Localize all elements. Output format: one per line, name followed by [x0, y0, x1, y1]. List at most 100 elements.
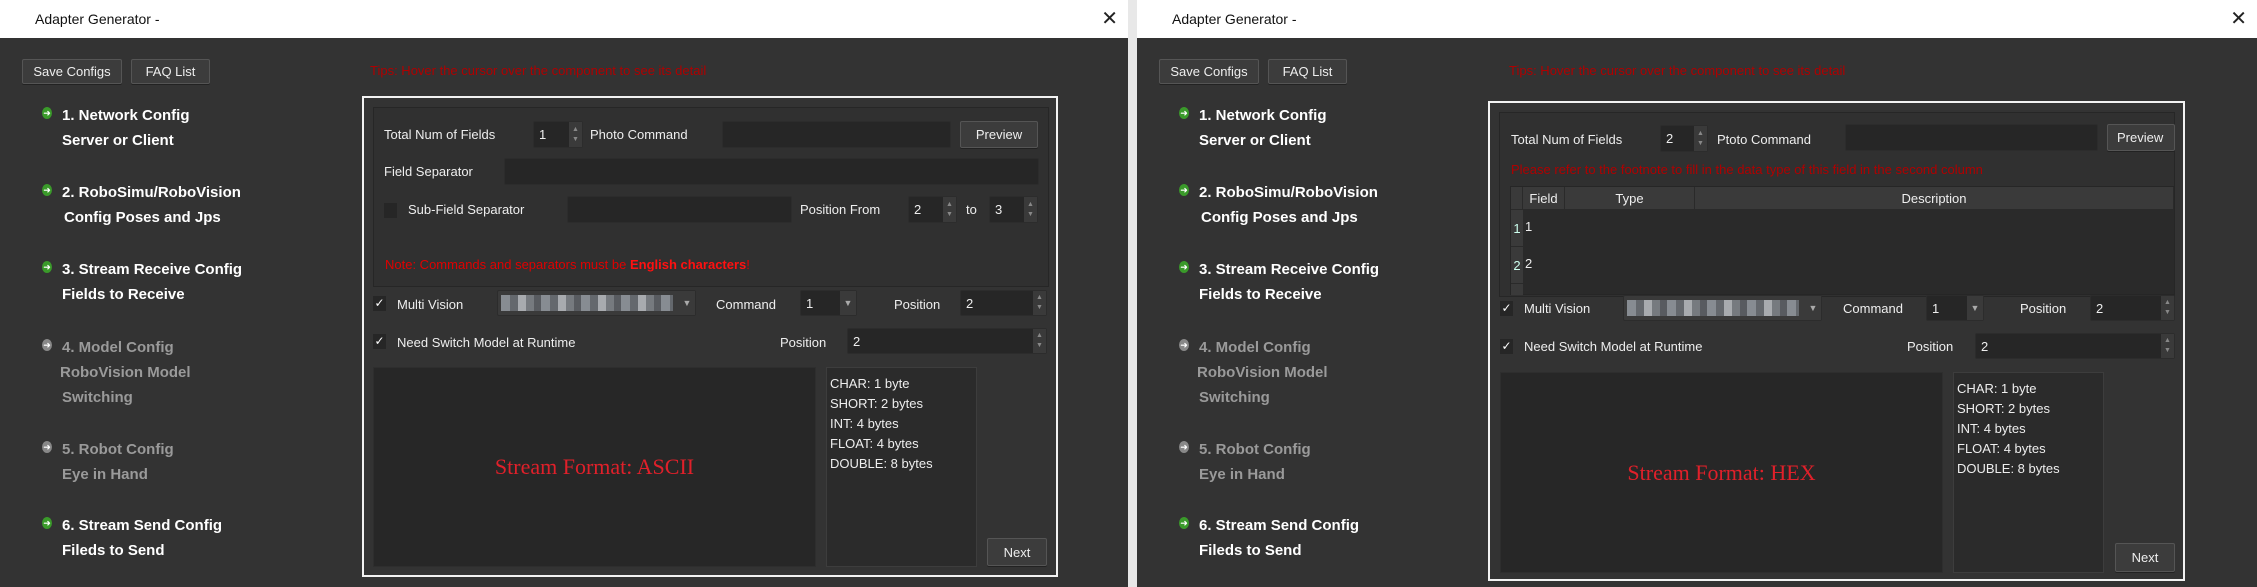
chevron-down-icon[interactable]: ▼: [840, 291, 856, 315]
field-separator-label: Field Separator: [384, 164, 473, 179]
sidebar-item-subtitle: Eye in Hand: [62, 466, 148, 483]
sidebar-item-subtitle: Switching: [1199, 389, 1270, 406]
sidebar-item-subtitle: Fields to Receive: [1199, 286, 1322, 303]
sidebar-item-subtitle: Fileds to Send: [1199, 542, 1302, 559]
multi-vision-checkbox[interactable]: ✓: [1500, 301, 1513, 316]
row-header[interactable]: 2: [1511, 247, 1523, 283]
save-configs-button[interactable]: Save Configs: [22, 59, 122, 84]
sub-field-label: Sub-Field Separator: [408, 202, 525, 217]
command-label: Command: [716, 297, 776, 312]
type-size-item: FLOAT: 4 bytes: [1957, 441, 2046, 456]
sidebar-item-title: 3. Stream Receive Config: [62, 261, 243, 278]
chevron-down-icon[interactable]: ▼: [1967, 296, 1983, 320]
save-configs-button[interactable]: Save Configs: [1159, 59, 1259, 84]
photo-command-input[interactable]: [722, 121, 951, 148]
to-label: to: [966, 202, 977, 217]
spin-arrows-icon[interactable]: ▲ ▼: [1033, 291, 1046, 315]
column-header-description[interactable]: Description: [1695, 187, 2174, 209]
table-cell-field[interactable]: 1: [1525, 219, 1532, 234]
vision-select[interactable]: ▼: [1623, 295, 1822, 321]
total-fields-spinbox[interactable]: 2 ▲ ▼: [1660, 125, 1708, 152]
sub-field-checkbox[interactable]: [384, 203, 397, 218]
switch-position-spinbox[interactable]: 2 ▲ ▼: [1975, 333, 2175, 359]
spin-arrows-icon[interactable]: ▲ ▼: [2161, 334, 2174, 358]
switch-position-label: Position: [780, 335, 827, 350]
table-corner: [1511, 187, 1523, 209]
title-bar: Adapter Generator - ✕: [0, 0, 1128, 38]
position-to-spinbox[interactable]: 3 ▲ ▼: [989, 196, 1038, 223]
sidebar-item-title: 3. Stream Receive Config: [1199, 261, 1380, 278]
sidebar-item-subtitle: Config Poses and Jps: [64, 209, 221, 226]
adapter-generator-window-hex: Adapter Generator - ✕ Save Configs FAQ L…: [1137, 0, 2257, 587]
row-header: [1511, 284, 1523, 295]
total-fields-spinbox[interactable]: 1 ▲ ▼: [533, 121, 583, 148]
column-header-type[interactable]: Type: [1565, 187, 1695, 209]
position-from-spinbox[interactable]: 2 ▲ ▼: [908, 196, 957, 223]
field-separator-input[interactable]: [504, 158, 1039, 185]
faq-list-button[interactable]: FAQ List: [131, 59, 210, 84]
arrow-right-icon: ➜: [1179, 339, 1189, 351]
spin-arrows-icon[interactable]: ▲ ▼: [1024, 197, 1037, 222]
vision-select[interactable]: ▼: [497, 290, 696, 316]
redacted-vision-name: [501, 295, 673, 311]
command-value: 1: [1932, 300, 1940, 316]
position-to-value: 3: [995, 202, 1003, 217]
sidebar-item-subtitle: Config Poses and Jps: [1201, 209, 1358, 226]
multi-vision-checkbox[interactable]: ✓: [373, 296, 386, 311]
preview-button[interactable]: Preview: [960, 121, 1038, 148]
stream-format-text: Stream Format: ASCII: [494, 454, 695, 479]
spin-arrows-icon[interactable]: ▲ ▼: [1694, 126, 1707, 151]
sidebar-item-title: 4. Model Config: [1199, 339, 1311, 356]
title-bar: Adapter Generator - ✕: [1137, 0, 2257, 38]
preview-button[interactable]: Preview: [2107, 124, 2175, 151]
position-spinbox[interactable]: 2 ▲ ▼: [2090, 295, 2175, 321]
command-value: 1: [806, 295, 814, 311]
command-select[interactable]: 1 ▼: [800, 290, 857, 316]
arrow-right-icon: ➜: [42, 184, 52, 196]
spin-arrows-icon[interactable]: ▲ ▼: [2161, 296, 2174, 320]
sidebar-item-title: 6. Stream Send Config: [1199, 517, 1360, 534]
position-label: Position: [894, 297, 941, 312]
spin-arrows-icon[interactable]: ▲ ▼: [1033, 329, 1046, 353]
sidebar-item-subtitle: Fields to Receive: [62, 286, 185, 303]
note-suffix: !: [746, 257, 750, 272]
spin-arrows-icon[interactable]: ▲ ▼: [943, 197, 956, 222]
multi-vision-label: Multi Vision: [1524, 301, 1591, 316]
type-size-item: SHORT: 2 bytes: [1957, 401, 2050, 416]
command-select[interactable]: 1 ▼: [1926, 295, 1984, 321]
fields-table[interactable]: Field Type Description 1 1 2 2: [1510, 186, 2175, 295]
multi-vision-label: Multi Vision: [397, 297, 464, 312]
switch-position-spinbox[interactable]: 2 ▲ ▼: [847, 328, 1047, 354]
close-icon[interactable]: ✕: [2230, 6, 2247, 31]
faq-list-button[interactable]: FAQ List: [1268, 59, 1347, 84]
sidebar-item-title: 1. Network Config: [62, 107, 190, 124]
arrow-right-icon: ➜: [1179, 261, 1189, 273]
table-cell-field[interactable]: 2: [1525, 256, 1532, 271]
arrow-right-icon: ➜: [42, 441, 52, 453]
photo-command-input[interactable]: [1845, 124, 2098, 151]
stream-format-panel: Stream Format: ASCII: [373, 367, 816, 567]
next-button[interactable]: Next: [2115, 543, 2175, 572]
switch-model-checkbox[interactable]: ✓: [1500, 339, 1513, 354]
arrow-right-icon: ➜: [1179, 441, 1189, 453]
row-header[interactable]: 1: [1511, 210, 1523, 246]
chevron-down-icon[interactable]: ▼: [1805, 296, 1821, 320]
tips-text: Tips: Hover the cursor over the componen…: [1509, 63, 1846, 78]
adapter-generator-window-ascii: Adapter Generator - ✕ Save Configs FAQ L…: [0, 0, 1128, 587]
chevron-down-icon[interactable]: ▼: [679, 291, 695, 315]
sub-field-input[interactable]: [567, 196, 792, 223]
position-spinbox[interactable]: 2 ▲ ▼: [960, 290, 1047, 316]
sidebar-item-subtitle: RoboVision Model: [1197, 364, 1328, 381]
switch-model-checkbox[interactable]: ✓: [373, 334, 386, 349]
position-label: Position: [2020, 301, 2067, 316]
arrow-right-icon: ➜: [42, 107, 52, 119]
spin-arrows-icon[interactable]: ▲ ▼: [569, 122, 582, 147]
close-icon[interactable]: ✕: [1101, 6, 1118, 31]
position-from-value: 2: [914, 202, 922, 217]
sidebar-item-title: 5. Robot Config: [1199, 441, 1311, 458]
column-header-field[interactable]: Field: [1523, 187, 1565, 209]
next-button[interactable]: Next: [987, 538, 1047, 566]
switch-position-value: 2: [853, 333, 861, 349]
photo-command-label: Photo Command: [590, 127, 688, 142]
sidebar-item-title: 4. Model Config: [62, 339, 174, 356]
